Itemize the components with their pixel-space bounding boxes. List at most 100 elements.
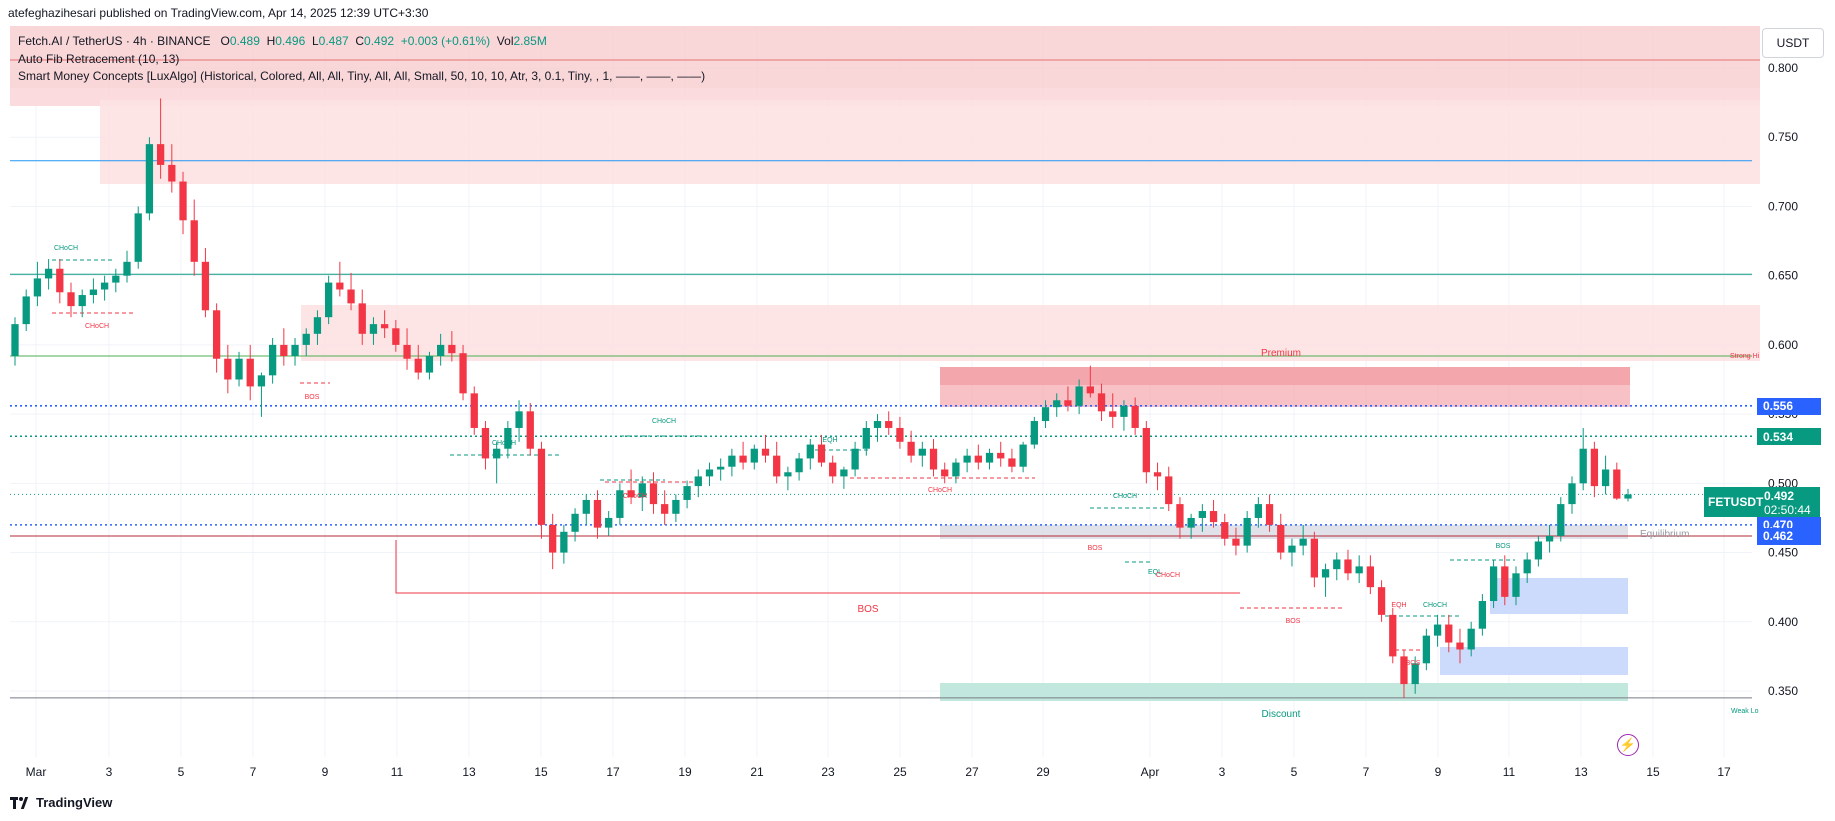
- candle-body: [549, 524, 557, 553]
- candle-body: [89, 289, 98, 296]
- price-tick-label: 0.800: [1768, 61, 1798, 75]
- candle-body: [369, 324, 378, 334]
- structure-label: BOS: [1286, 618, 1301, 625]
- candle-body: [459, 353, 467, 394]
- candle-body: [1165, 476, 1173, 505]
- candle-body: [67, 292, 75, 307]
- time-tick-label: 27: [965, 765, 979, 779]
- indicator-smc-legend[interactable]: Smart Money Concepts [LuxAlgo] (Historic…: [18, 69, 705, 83]
- candle-body: [1557, 504, 1565, 536]
- structure-label: CHoCH: [623, 493, 647, 500]
- close-value: 0.492: [364, 34, 395, 48]
- structure-label: BOS: [1496, 543, 1511, 550]
- candle-body: [593, 499, 602, 528]
- tradingview-brand[interactable]: TradingView: [10, 795, 112, 810]
- currency-unit-button[interactable]: USDT: [1762, 28, 1824, 58]
- indicator-fib-legend[interactable]: Auto Fib Retracement (10, 13): [18, 52, 179, 66]
- volume-label: Vol: [496, 34, 514, 48]
- candle-body: [1344, 559, 1352, 574]
- candle-body: [1523, 559, 1531, 574]
- high-label: H: [266, 34, 276, 48]
- candle-body: [683, 486, 691, 500]
- time-tick-label: 15: [534, 765, 548, 779]
- order-block-mid: [301, 305, 1760, 361]
- candle-body: [918, 448, 926, 456]
- candle-body: [1120, 405, 1128, 417]
- candle-body: [1265, 504, 1274, 525]
- candle-body: [817, 444, 826, 463]
- time-tick-label: 9: [322, 765, 329, 779]
- tradingview-logo-icon: [10, 796, 32, 809]
- lightning-icon[interactable]: ⚡: [1617, 734, 1639, 756]
- candle-body: [705, 469, 714, 477]
- candle-body: [649, 483, 658, 505]
- premium-label: Premium: [1261, 348, 1301, 359]
- price-tag-0534: 0.534: [1757, 428, 1821, 446]
- time-tick-label: 25: [893, 765, 907, 779]
- candle-body: [784, 472, 792, 477]
- change-value: +0.003 (+0.61%): [400, 34, 491, 48]
- strong-high-label: Strong Hi: [1730, 353, 1760, 360]
- candle-body: [493, 448, 501, 459]
- symbol-tag-name: FETUSDT: [1708, 495, 1764, 509]
- price-chart[interactable]: Premium Discount Equilibrium Strong Hi Weak …: [0, 0, 1835, 790]
- candle-body: [1153, 472, 1162, 477]
- high-value: 0.496: [275, 34, 306, 48]
- candle-body: [1321, 569, 1330, 578]
- structure-label: CHoCH: [492, 440, 516, 447]
- candle-body: [257, 375, 266, 387]
- candle-body: [11, 324, 19, 356]
- candle-body: [100, 282, 109, 290]
- candle-body: [78, 295, 86, 307]
- candle-body: [1456, 642, 1464, 650]
- price-tick-label: 0.650: [1768, 269, 1798, 283]
- candle-body: [941, 469, 949, 477]
- candle-body: [1355, 566, 1363, 574]
- candle-body: [672, 499, 680, 514]
- candle-body: [235, 358, 243, 380]
- symbol-name[interactable]: Fetch.AI / TetherUS · 4h · BINANCE: [18, 34, 211, 48]
- time-tick-label: 5: [1291, 765, 1298, 779]
- candle-body: [1187, 517, 1195, 528]
- candle-body: [985, 452, 994, 463]
- time-tick-label: 11: [1503, 765, 1516, 779]
- candle-body: [873, 421, 882, 428]
- candle-body: [717, 466, 725, 470]
- candle-body: [1467, 628, 1475, 650]
- candle-body: [280, 344, 288, 356]
- candle-body: [358, 303, 366, 334]
- time-tick-label: 17: [606, 765, 620, 779]
- candle-body: [112, 275, 120, 283]
- symbol-legend[interactable]: Fetch.AI / TetherUS · 4h · BINANCE O0.48…: [18, 34, 547, 48]
- candle-body: [1221, 522, 1229, 539]
- candle-body: [694, 476, 702, 487]
- candle-body: [1489, 566, 1498, 602]
- structure-label: BOS: [1406, 660, 1421, 667]
- candle-body: [1064, 400, 1072, 406]
- candle-body: [336, 282, 344, 290]
- candle-body: [224, 358, 232, 380]
- candle-body: [470, 393, 478, 428]
- candle-body: [414, 358, 422, 373]
- candle-body: [381, 324, 389, 329]
- candle-body: [1097, 393, 1106, 412]
- candle-body: [515, 411, 523, 428]
- candle-body: [1030, 421, 1038, 445]
- volume-value: 2.85M: [513, 34, 547, 48]
- premium-zone-core: [940, 367, 1630, 385]
- time-tick-label: 13: [462, 765, 476, 779]
- candle-body: [302, 333, 310, 345]
- candle-body: [739, 455, 747, 463]
- candle-body: [1109, 411, 1117, 417]
- candle-body: [437, 344, 445, 356]
- candle-body: [1198, 511, 1206, 518]
- candle-body: [1433, 624, 1442, 636]
- candle-body: [425, 355, 434, 373]
- candle-body: [392, 328, 400, 345]
- price-tick-label: 0.400: [1768, 615, 1798, 629]
- time-tick-label: 3: [1219, 765, 1226, 779]
- candle-body: [1478, 601, 1487, 629]
- candle-body: [806, 444, 814, 459]
- candle-body: [829, 462, 837, 477]
- candle-body: [1613, 469, 1621, 499]
